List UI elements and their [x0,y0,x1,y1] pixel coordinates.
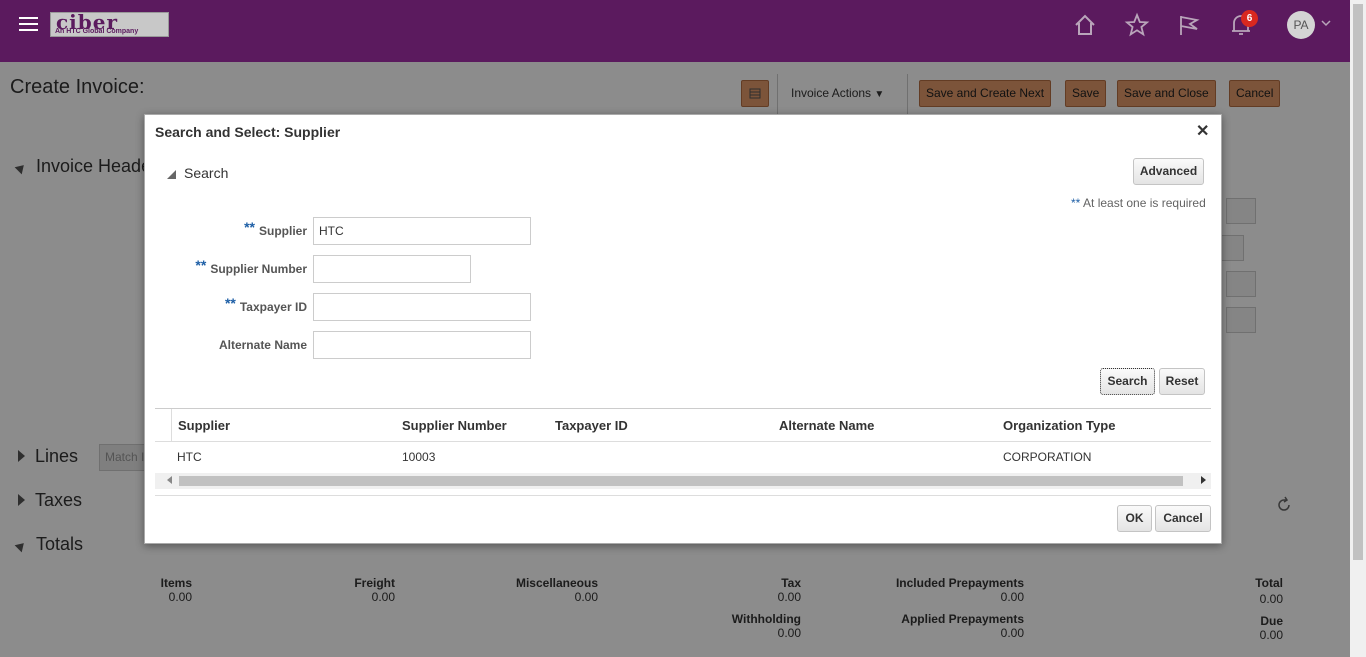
cell-supplier: HTC [177,450,202,464]
required-marker: ** [244,219,255,235]
flag-icon[interactable] [1176,12,1202,38]
search-button[interactable]: Search [1100,368,1155,395]
notification-badge: 6 [1241,10,1258,27]
taxpayer-id-input[interactable] [313,293,531,321]
cell-supplier-number: 10003 [402,450,436,464]
required-note: ** At least one is required [1071,196,1206,210]
alternate-name-input[interactable] [313,331,531,359]
chevron-down-icon[interactable] [1321,19,1331,27]
search-section-toggle[interactable]: Search [167,165,228,181]
cell-organization-type: CORPORATION [1003,450,1092,464]
supplier-label-text: Supplier [258,224,307,238]
taxpayer-id-label: ** Taxpayer ID [127,295,307,314]
reset-button[interactable]: Reset [1159,368,1205,395]
supplier-input[interactable] [313,217,531,245]
user-avatar[interactable]: PA [1287,11,1315,39]
ciber-logo[interactable]: ciber An HTC Global Company [50,10,169,37]
required-marker: ** [1071,196,1081,210]
column-header-alternate-name[interactable]: Alternate Name [779,418,874,433]
hamburger-menu-icon[interactable] [19,17,38,32]
row-selector-header [155,409,172,442]
column-header-organization-type[interactable]: Organization Type [1003,418,1115,433]
alternate-name-label: Alternate Name [218,338,307,352]
dialog-title: Search and Select: Supplier [155,124,341,140]
table-row[interactable]: HTC 10003 CORPORATION [155,442,1211,472]
star-icon[interactable] [1124,12,1150,38]
divider [155,495,1211,496]
required-marker: ** [224,295,236,311]
scroll-right-icon[interactable] [1201,476,1206,484]
search-section-label: Search [184,165,229,181]
scrollbar-thumb[interactable] [179,476,1183,486]
scroll-left-icon[interactable] [167,476,172,484]
advanced-button[interactable]: Advanced [1133,158,1204,185]
table-horizontal-scrollbar[interactable] [155,473,1211,489]
home-icon[interactable] [1072,12,1098,38]
column-header-taxpayer-id[interactable]: Taxpayer ID [555,418,628,433]
column-header-supplier[interactable]: Supplier [178,418,230,433]
required-marker: ** [195,257,207,273]
supplier-number-label-text: Supplier Number [210,262,307,276]
search-select-supplier-dialog: Search and Select: Supplier ✕ Search Adv… [144,114,1222,544]
top-header-bar: ciber An HTC Global Company 6 PA [0,0,1350,62]
logo-tagline: An HTC Global Company [55,28,139,35]
scrollbar-thumb[interactable] [1353,4,1363,560]
supplier-label: ** Supplier [127,219,307,238]
close-icon[interactable]: ✕ [1196,121,1209,141]
page-scrollbar[interactable] [1350,0,1366,657]
column-header-supplier-number[interactable]: Supplier Number [402,418,507,433]
collapse-icon [167,170,176,179]
supplier-number-label: ** Supplier Number [127,257,307,276]
supplier-number-input[interactable] [313,255,471,283]
required-note-text: At least one is required [1083,196,1206,210]
cancel-button[interactable]: Cancel [1155,505,1211,532]
ok-button[interactable]: OK [1117,505,1152,532]
taxpayer-id-label-text: Taxpayer ID [239,300,307,314]
table-header: Supplier Supplier Number Taxpayer ID Alt… [155,408,1211,442]
